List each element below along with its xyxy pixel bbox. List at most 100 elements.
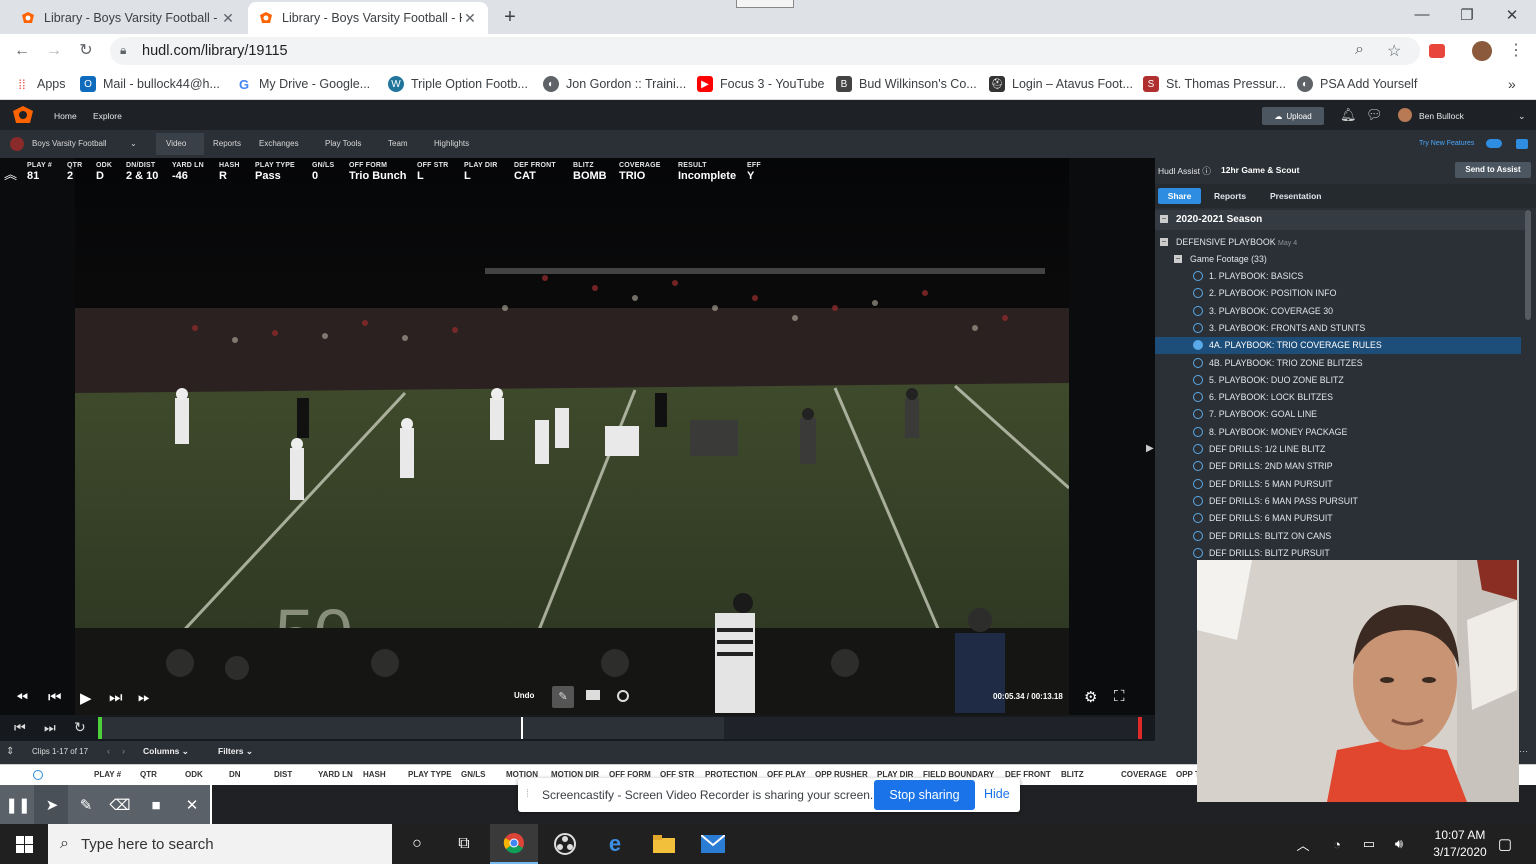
unchecked-circle-icon[interactable] [1193, 513, 1203, 524]
bookmark-youtube[interactable]: ▶ Focus 3 - YouTube [697, 76, 824, 92]
playlist-item[interactable]: DEF DRILLS: 1/2 LINE BLITZ [1155, 441, 1536, 458]
nav-reports[interactable]: Reports [213, 139, 241, 148]
close-tab-icon[interactable]: ✕ [462, 10, 478, 27]
windows-start-icon[interactable] [11, 832, 37, 856]
team-chevron-icon[interactable]: ⌄ [130, 139, 137, 148]
stop-sharing-button[interactable]: Stop sharing [874, 780, 975, 810]
bookmark-triple-option[interactable]: W Triple Option Footb... [388, 76, 528, 92]
mail-icon[interactable] [700, 832, 726, 856]
video-player[interactable]: 50 ▶ ⏪︎ ⏮︎ ▶ ⏭︎ ⏩︎ Undo ✎ 00:05.34 / 00:… [0, 158, 1155, 715]
filters-dropdown[interactable]: Filters ⌄ [218, 746, 253, 757]
col-dn[interactable]: DN [229, 770, 241, 779]
playlist-item[interactable]: 2. PLAYBOOK: POSITION INFO [1155, 285, 1536, 302]
profile-avatar[interactable] [1472, 41, 1492, 61]
playlist-item[interactable]: 7. PLAYBOOK: GOAL LINE [1155, 406, 1536, 423]
messages-icon[interactable]: 💬︎ [1366, 107, 1383, 123]
undo-button[interactable]: Undo [514, 691, 534, 700]
unchecked-circle-icon[interactable] [1193, 426, 1203, 437]
playlist-item[interactable]: 3. PLAYBOOK: COVERAGE 30 [1155, 303, 1536, 320]
user-menu-chevron-icon[interactable]: ⌄ [1518, 111, 1526, 122]
close-toolbar-icon[interactable]: ✕ [174, 785, 210, 825]
camera-icon[interactable]: ■ [138, 785, 174, 825]
info-icon[interactable]: ⓘ [1202, 166, 1211, 176]
unchecked-circle-icon[interactable] [1193, 305, 1203, 316]
step-back-icon[interactable]: ⏮︎ [48, 689, 62, 706]
bookmark-psa[interactable]: ◐ PSA Add Yourself [1297, 76, 1417, 92]
bookmark-jon-gordon[interactable]: ◐ Jon Gordon :: Traini... [543, 76, 686, 92]
step-forward-icon[interactable]: ⏭︎ [109, 689, 123, 706]
volume-icon[interactable]: 🔊︎ [1386, 832, 1412, 856]
file-explorer-icon[interactable] [651, 832, 677, 856]
col-blitz[interactable]: BLITZ [1061, 770, 1084, 779]
user-avatar[interactable] [1398, 108, 1412, 122]
bookmark-apps[interactable]: ⁞⁞ Apps [14, 76, 65, 92]
nav-explore[interactable]: Explore [93, 111, 122, 121]
unchecked-circle-icon[interactable] [1193, 392, 1203, 403]
nav-home[interactable]: Home [54, 111, 77, 121]
play-icon[interactable]: ▶ [80, 689, 92, 707]
grid-more-icon[interactable]: ⋯ [1519, 746, 1528, 757]
checked-circle-icon[interactable] [1193, 340, 1203, 351]
folder-title[interactable]: Game Footage (33) [1190, 254, 1267, 264]
chat-icon[interactable] [1516, 139, 1528, 149]
new-tab-plus-icon[interactable]: + [500, 6, 520, 29]
user-name[interactable]: Ben Bullock [1419, 111, 1464, 121]
network-icon[interactable]: ◔ [1324, 832, 1350, 856]
playlist-item[interactable]: 5. PLAYBOOK: DUO ZONE BLITZ [1155, 372, 1536, 389]
col-play-type[interactable]: PLAY TYPE [408, 770, 452, 779]
nav-play-tools[interactable]: Play Tools [325, 139, 361, 148]
hide-button[interactable]: Hide [984, 787, 1010, 801]
playlist-item[interactable]: DEF DRILLS: BLITZ ON CANS [1155, 528, 1536, 545]
columns-dropdown[interactable]: Columns ⌄ [143, 746, 189, 757]
playlist-item[interactable]: 4A. PLAYBOOK: TRIO COVERAGE RULES [1155, 337, 1521, 355]
obs-icon[interactable] [552, 832, 578, 856]
loop-icon[interactable]: ↻ [74, 719, 86, 736]
cursor-icon[interactable]: ➤ [34, 785, 70, 825]
rectangle-tool-icon[interactable] [586, 690, 600, 700]
col-qtr[interactable]: QTR [140, 770, 157, 779]
browser-tab-active[interactable]: Library - Boys Varsity Football - H ✕ [248, 2, 488, 34]
unchecked-circle-icon[interactable] [1193, 409, 1203, 420]
playlist-item[interactable]: DEF DRILLS: 6 MAN PASS PURSUIT [1155, 493, 1536, 510]
unchecked-circle-icon[interactable] [1193, 530, 1203, 541]
resize-grid-icon[interactable]: ⇕ [6, 746, 14, 757]
bookmark-st-thomas[interactable]: S St. Thomas Pressur... [1143, 76, 1286, 92]
unchecked-circle-icon[interactable] [1193, 461, 1203, 472]
nav-exchanges[interactable]: Exchanges [259, 139, 299, 148]
unchecked-circle-icon[interactable] [1193, 374, 1203, 385]
send-to-assist-button[interactable]: Send to Assist [1455, 162, 1531, 178]
edge-icon[interactable]: e [602, 831, 628, 856]
collapse-chevron-icon[interactable]: ︽ [4, 164, 17, 183]
bookmark-atavus[interactable]: ⛑ Login – Atavus Foot... [989, 76, 1133, 92]
close-window-icon[interactable]: ✕ [1500, 6, 1524, 24]
drag-handle-icon[interactable]: ⁞ [526, 788, 529, 800]
playlist-item[interactable]: 6. PLAYBOOK: LOCK BLITZES [1155, 389, 1536, 406]
nav-video[interactable]: Video [166, 139, 186, 148]
clock[interactable]: 10:07 AM 3/17/2020 [1422, 828, 1498, 859]
col-play[interactable]: PLAY # [94, 770, 121, 779]
settings-gear-icon[interactable]: ⚙ [1084, 688, 1097, 706]
window-drag-handle[interactable] [736, 0, 794, 8]
notifications-icon[interactable]: ▢ [1492, 832, 1518, 856]
unchecked-circle-icon[interactable] [1193, 322, 1203, 333]
restore-icon[interactable]: ❐ [1455, 6, 1479, 24]
bookmark-bud-wilkinson[interactable]: B Bud Wilkinson's Co... [836, 76, 977, 92]
taskbar-search-box[interactable]: ⌕ Type here to search [48, 824, 392, 864]
collapse-season-icon[interactable]: − [1160, 215, 1168, 223]
try-new-features-toggle[interactable] [1486, 139, 1502, 148]
minimize-icon[interactable]: — [1410, 6, 1434, 23]
unchecked-circle-icon[interactable] [1193, 357, 1203, 368]
first-clip-icon[interactable]: ⏮︎ [14, 720, 26, 736]
nav-team[interactable]: Team [388, 139, 408, 148]
show-hidden-icons[interactable]: ︿ [1290, 832, 1316, 856]
playlist-item[interactable]: 3. PLAYBOOK: FRONTS AND STUNTS [1155, 320, 1536, 337]
bookmark-star-icon[interactable]: ☆ [1387, 41, 1401, 61]
col-yard-ln[interactable]: YARD LN [318, 770, 353, 779]
next-page-icon[interactable]: › [122, 746, 125, 756]
collapse-folder-icon[interactable]: − [1174, 255, 1182, 263]
task-view-icon[interactable]: ⧉ [451, 832, 477, 856]
draw-pen-icon[interactable]: ✎ [552, 686, 574, 708]
forward-arrow-icon[interactable]: → [44, 41, 64, 61]
tab-presentation[interactable]: Presentation [1270, 191, 1322, 201]
cortana-icon[interactable]: ○ [404, 832, 430, 856]
